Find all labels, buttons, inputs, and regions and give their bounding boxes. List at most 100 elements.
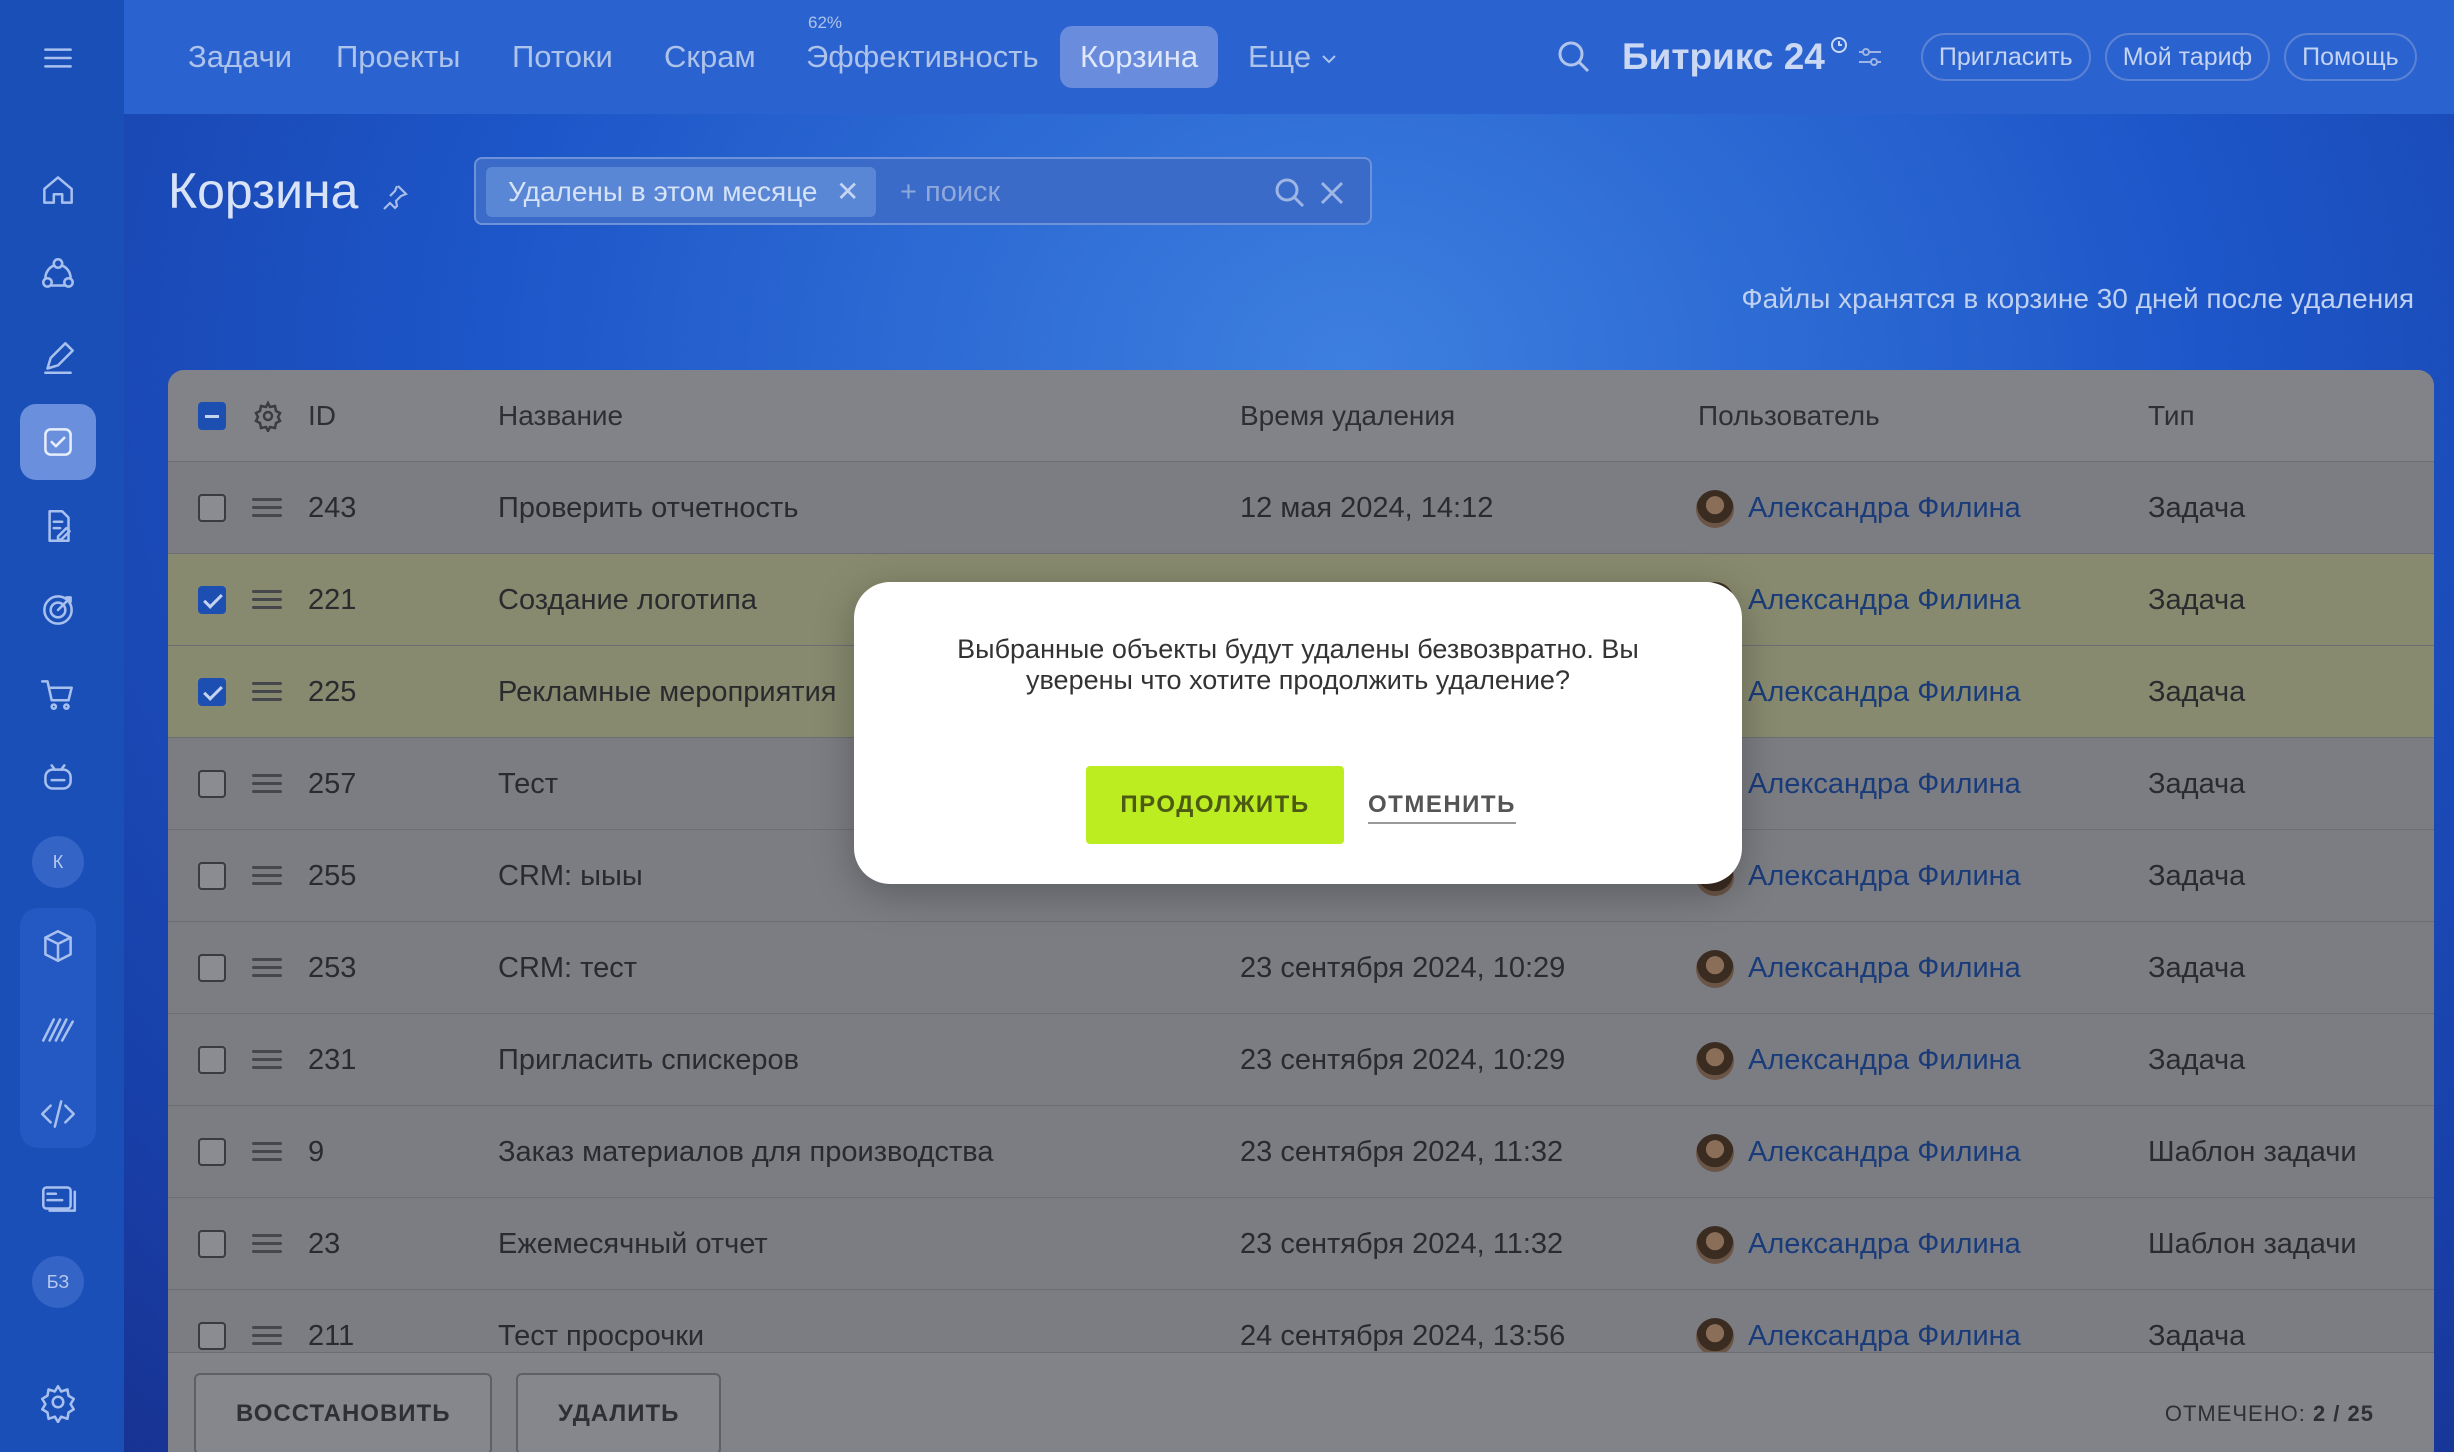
drag-handle-icon[interactable]: [252, 1050, 282, 1070]
pen-icon[interactable]: [20, 320, 96, 396]
cancel-button[interactable]: ОТМЕНИТЬ: [1368, 766, 1516, 844]
search-icon[interactable]: [1272, 175, 1308, 211]
chevron-down-icon: [1321, 55, 1336, 64]
cell-type: Задача: [2148, 492, 2246, 524]
tab-projects[interactable]: Проекты: [316, 26, 480, 88]
cell-user-link[interactable]: Александра Филина: [1748, 462, 2021, 554]
column-type[interactable]: Тип: [2148, 370, 2195, 462]
settings-icon[interactable]: [20, 1364, 96, 1440]
user-avatar[interactable]: [1696, 1042, 1734, 1080]
filter-chip[interactable]: Удалены в этом месяце ✕: [486, 167, 876, 217]
my-tariff-button[interactable]: Мой тариф: [2104, 33, 2271, 81]
tab-tasks[interactable]: Задачи: [168, 26, 312, 88]
invite-button[interactable]: Пригласить: [1920, 33, 2091, 81]
tab-more-label: Еще: [1248, 39, 1312, 74]
continue-button[interactable]: ПРОДОЛЖИТЬ: [1086, 766, 1344, 844]
cell-type: Задача: [2148, 1044, 2246, 1076]
row-checkbox[interactable]: [198, 1046, 226, 1074]
cell-user-link[interactable]: Александра Филина: [1748, 554, 2021, 646]
cell-user-link[interactable]: Александра Филина: [1748, 646, 2021, 738]
user-avatar[interactable]: [1696, 490, 1734, 528]
tab-efficiency[interactable]: 62% Эффективность: [786, 14, 1059, 88]
drag-handle-icon[interactable]: [252, 1326, 282, 1346]
column-name[interactable]: Название: [498, 370, 623, 462]
user-avatar[interactable]: [1696, 1318, 1734, 1356]
box-icon[interactable]: [20, 908, 96, 984]
tab-efficiency-label: Эффективность: [806, 39, 1039, 74]
cell-user-link[interactable]: Александра Филина: [1748, 1106, 2021, 1198]
search-input[interactable]: + поиск: [900, 167, 1000, 217]
tasks-icon[interactable]: [20, 404, 96, 480]
tab-trash[interactable]: Корзина: [1060, 26, 1219, 88]
help-button[interactable]: Помощь: [2284, 33, 2417, 81]
filter-search-bar[interactable]: Удалены в этом месяце ✕ + поиск: [474, 157, 1372, 225]
cell-user-link[interactable]: Александра Филина: [1748, 1014, 2021, 1106]
cell-user-link[interactable]: Александра Филина: [1748, 830, 2021, 922]
cell-user-link[interactable]: Александра Филина: [1748, 1198, 2021, 1290]
tab-scrum[interactable]: Скрам: [644, 26, 776, 88]
cell-name: CRM: ыыы: [498, 860, 643, 892]
row-checkbox[interactable]: [198, 586, 226, 614]
row-checkbox[interactable]: [198, 862, 226, 890]
drag-handle-icon[interactable]: [252, 682, 282, 702]
drag-handle-icon[interactable]: [252, 1234, 282, 1254]
drag-handle-icon[interactable]: [252, 774, 282, 794]
dialog-message: Выбранные объекты будут удалены безвозвр…: [957, 634, 1639, 695]
column-user[interactable]: Пользователь: [1698, 370, 1880, 462]
drag-handle-icon[interactable]: [252, 958, 282, 978]
user-avatar[interactable]: [1696, 1134, 1734, 1172]
row-checkbox[interactable]: [198, 678, 226, 706]
row-checkbox[interactable]: [198, 1138, 226, 1166]
row-checkbox[interactable]: [198, 1230, 226, 1258]
code-icon[interactable]: [20, 1076, 96, 1152]
cell-name: Тест: [498, 768, 558, 800]
search-icon[interactable]: [1554, 37, 1594, 77]
table-row[interactable]: 231 Пригласить спискеров 23 сентября 2024,…: [168, 1014, 2434, 1106]
robot-icon[interactable]: [20, 740, 96, 816]
tab-flows[interactable]: Потоки: [492, 26, 633, 88]
home-icon[interactable]: [20, 152, 96, 228]
user-avatar[interactable]: [1696, 1226, 1734, 1264]
column-id[interactable]: ID: [308, 370, 336, 462]
docs-icon[interactable]: [20, 488, 96, 564]
row-checkbox[interactable]: [198, 1322, 226, 1350]
menu-icon[interactable]: [20, 20, 96, 96]
cell-id: 253: [308, 952, 357, 984]
table-row[interactable]: 9 Заказ материалов для производства 23 сен…: [168, 1106, 2434, 1198]
column-deleted-time[interactable]: Время удаления: [1240, 370, 1455, 462]
gear-icon[interactable]: [252, 400, 284, 432]
cell-user-link[interactable]: Александра Филина: [1748, 922, 2021, 1014]
drag-handle-icon[interactable]: [252, 590, 282, 610]
table-row[interactable]: 243 Проверить отчетность 12 мая 2024, 14:1…: [168, 462, 2434, 554]
row-checkbox[interactable]: [198, 770, 226, 798]
profile-initial: К: [32, 836, 84, 888]
close-icon[interactable]: ✕: [836, 167, 859, 217]
profile-avatar[interactable]: К: [20, 824, 96, 900]
knowledge-base[interactable]: БЗ: [20, 1244, 96, 1320]
table-row[interactable]: 253 CRM: тест 23 сентября 2024, 10:29 Алекс…: [168, 922, 2434, 1014]
table-row[interactable]: 23 Ежемесячный отчет 23 сентября 2024, 11:…: [168, 1198, 2434, 1290]
delete-button[interactable]: УДАЛИТЬ: [516, 1373, 722, 1452]
restore-button[interactable]: ВОССТАНОВИТЬ: [194, 1373, 493, 1452]
row-checkbox[interactable]: [198, 954, 226, 982]
cell-deleted-time: 23 сентября 2024, 11:32: [1240, 1228, 1564, 1260]
drag-handle-icon[interactable]: [252, 866, 282, 886]
target-icon[interactable]: [20, 572, 96, 648]
cell-name: Ежемесячный отчет: [498, 1228, 768, 1260]
cell-id: 257: [308, 768, 357, 800]
cart-icon[interactable]: [20, 656, 96, 732]
efficiency-badge: 62%: [808, 13, 843, 32]
pin-icon[interactable]: [380, 182, 410, 212]
cell-user-link[interactable]: Александра Филина: [1748, 738, 2021, 830]
clear-search-icon[interactable]: [1316, 177, 1348, 209]
tab-more[interactable]: Еще: [1228, 26, 1358, 88]
row-checkbox[interactable]: [198, 494, 226, 522]
cards-icon[interactable]: [20, 1160, 96, 1236]
signature-icon[interactable]: [20, 992, 96, 1068]
user-avatar[interactable]: [1696, 950, 1734, 988]
drag-handle-icon[interactable]: [252, 1142, 282, 1162]
drag-handle-icon[interactable]: [252, 498, 282, 518]
select-all-checkbox[interactable]: [198, 402, 226, 430]
sliders-icon[interactable]: [1855, 42, 1885, 72]
crm-icon[interactable]: [20, 236, 96, 312]
